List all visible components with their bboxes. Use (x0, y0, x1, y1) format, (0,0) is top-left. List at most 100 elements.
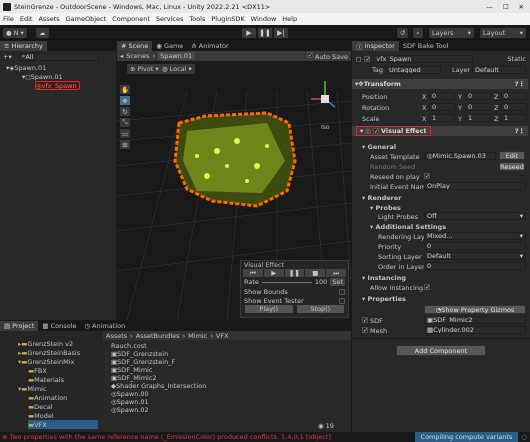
reseed-on-play-checkbox[interactable] (424, 173, 430, 179)
event-tester-row[interactable]: Show Event Tester (241, 296, 348, 305)
auto-save-toggle[interactable]: Auto Save (306, 51, 351, 61)
scl-y-field[interactable]: 1 (465, 114, 491, 122)
initial-event-field[interactable]: OnPlay (424, 182, 526, 190)
menu-window[interactable]: Window (251, 15, 277, 23)
tab-animation[interactable]: ◷ Animation (80, 321, 129, 331)
active-checkbox[interactable] (364, 55, 371, 62)
layout-dropdown[interactable]: Layout ▾ (480, 28, 526, 38)
hierarchy-item-vfx-spawn[interactable]: ◎ vfx_Spawn (35, 81, 80, 90)
move-tool-icon[interactable]: ✥ (120, 96, 130, 105)
vfx-stop-event-button[interactable]: Stop() (296, 305, 344, 313)
tab-hierarchy[interactable]: ≡ Hierarchy (0, 41, 47, 51)
menu-file[interactable]: File (3, 15, 14, 23)
tree-item[interactable]: ▾▬ Mimic (18, 384, 47, 393)
scale-tool-icon[interactable]: ⤡ (120, 118, 130, 127)
tree-item[interactable]: ▬ Animation (28, 393, 67, 402)
eye-icon[interactable]: ◉ (318, 422, 324, 430)
path-mimic[interactable]: Mimic (188, 332, 207, 340)
visual-effect-header[interactable]: ▾◎Visual Effect ?⋮ (352, 126, 528, 136)
tree-item[interactable]: ▾▬ GrenzSteinMix (18, 357, 74, 366)
tree-item[interactable]: ▸▬ GrenzSteinBasis (18, 348, 80, 357)
additional-settings-section[interactable]: ▾ Additional Settings (370, 223, 446, 231)
minimize-icon[interactable]: — (486, 3, 493, 11)
rate-value-field[interactable]: 100 (315, 278, 327, 286)
tree-item[interactable]: ▬ Decal (28, 402, 53, 411)
tree-item-selected[interactable]: ▬ VFX (28, 420, 98, 429)
rotate-tool-icon[interactable]: ↻ (120, 107, 130, 116)
vfx-step-icon[interactable]: ⏭ (326, 269, 346, 277)
search-button[interactable]: ⌕ (413, 28, 423, 38)
tag-dropdown[interactable]: Untagged (386, 66, 441, 74)
breadcrumb-scenes[interactable]: Scenes (126, 52, 149, 60)
layers-dropdown[interactable]: Layers ▾ (429, 28, 474, 38)
vfx-play-icon[interactable]: ▶ (263, 269, 284, 277)
step-button[interactable]: ▶| (274, 28, 288, 38)
tree-item[interactable]: ▬ Materials (28, 375, 64, 384)
rot-y-field[interactable]: 0 (465, 103, 491, 111)
show-property-gizmos-button[interactable]: ◔ Show Property Gizmos (424, 305, 526, 314)
tab-animator[interactable]: ⋔ Animator (187, 41, 232, 51)
path-vfx[interactable]: VFX (216, 332, 229, 340)
light-probes-dropdown[interactable]: Off ▾ (424, 212, 526, 220)
show-bounds-checkbox[interactable] (339, 288, 345, 295)
cloud-button[interactable]: ☁ (36, 28, 49, 38)
static-toggle[interactable]: Static (507, 55, 526, 63)
menu-tools[interactable]: Tools (189, 15, 205, 23)
menu-pluginsdk[interactable]: PluginSDK (211, 15, 244, 23)
show-bounds-row[interactable]: Show Bounds (241, 287, 348, 296)
breadcrumb-spawn[interactable]: Spawn.01 (158, 52, 195, 60)
add-icon[interactable]: +▾ (3, 53, 12, 61)
history-button[interactable]: ↺ (397, 28, 409, 38)
scl-x-field[interactable]: 1 (429, 114, 455, 122)
error-message[interactable]: Two properties with the same reference n… (9, 433, 389, 441)
sdf-override-checkbox[interactable] (362, 317, 368, 323)
pos-z-field[interactable]: 0 (501, 92, 527, 100)
mesh-field[interactable]: ▦ Cylinder.002 (424, 326, 526, 334)
rate-slider[interactable] (261, 281, 312, 283)
properties-section[interactable]: ▾ Properties (362, 295, 406, 303)
vfx-restart-icon[interactable]: ⏮ (243, 269, 263, 277)
mesh-override-checkbox[interactable] (362, 327, 368, 333)
tab-inspector[interactable]: ⓘ Inspector (352, 41, 399, 51)
tab-scene[interactable]: # Scene (117, 41, 153, 51)
allow-instancing-checkbox[interactable] (424, 284, 430, 290)
local-dropdown[interactable]: ◍ Local ▾ (159, 64, 195, 74)
menu-component[interactable]: Component (112, 15, 150, 23)
file-item[interactable]: ◎ Spawn.02 (111, 405, 149, 414)
vfx-pause-icon[interactable]: ❚❚ (284, 269, 305, 277)
menu-services[interactable]: Services (156, 15, 183, 23)
event-tester-checkbox[interactable] (339, 297, 345, 304)
menu-assets[interactable]: Assets (38, 15, 59, 23)
auto-save-checkbox[interactable] (306, 51, 313, 58)
scl-z-field[interactable]: 1 (501, 114, 527, 122)
tab-sdf-bake-tool[interactable]: SDF Bake Tool (399, 41, 453, 51)
add-component-button[interactable]: Add Component (396, 345, 486, 356)
pause-button[interactable]: ❚❚ (258, 28, 272, 38)
sdf-field[interactable]: ▣ SDF_Mimic2 (424, 316, 526, 324)
pivot-dropdown[interactable]: ⊕ Pivot ▾ (127, 64, 162, 74)
visual-effect-enabled-checkbox[interactable] (372, 128, 379, 134)
rect-tool-icon[interactable]: ▭ (120, 129, 130, 138)
tab-game[interactable]: ◉ Game (152, 41, 187, 51)
asset-template-field[interactable]: ◎ Mimic.Spawn.03 (424, 152, 496, 160)
account-dropdown[interactable]: ● N ▾ (3, 28, 27, 38)
hierarchy-item-spawn[interactable]: ▾ ◻ Spawn.01 (22, 72, 63, 81)
path-assets[interactable]: Assets (106, 332, 127, 340)
sorting-layer-dropdown[interactable]: Default ▾ (424, 252, 526, 260)
pos-y-field[interactable]: 0 (465, 92, 491, 100)
hierarchy-item-scene[interactable]: ▾ ◈ Spawn.01 (6, 63, 46, 72)
edit-button[interactable]: Edit (499, 151, 525, 160)
priority-field[interactable]: 0 (424, 242, 526, 250)
tree-item[interactable]: ▬ Model (28, 411, 54, 420)
pos-x-field[interactable]: 0 (429, 92, 455, 100)
transform-tool-icon[interactable]: ⊞ (120, 140, 130, 149)
transform-header[interactable]: ▾ ✥ Transform ?⋮ (352, 79, 528, 89)
more-icon[interactable]: ?⋮ (515, 80, 528, 88)
more-icon[interactable]: ?⋮ (515, 127, 528, 135)
order-layer-field[interactable]: 0 (424, 262, 526, 270)
menu-edit[interactable]: Edit (20, 15, 33, 23)
rate-set-button[interactable]: Set (330, 278, 345, 286)
general-section[interactable]: ▾ General (362, 143, 396, 151)
hand-tool-icon[interactable]: ✋ (120, 85, 130, 94)
layer-dropdown[interactable]: Default (472, 66, 526, 74)
